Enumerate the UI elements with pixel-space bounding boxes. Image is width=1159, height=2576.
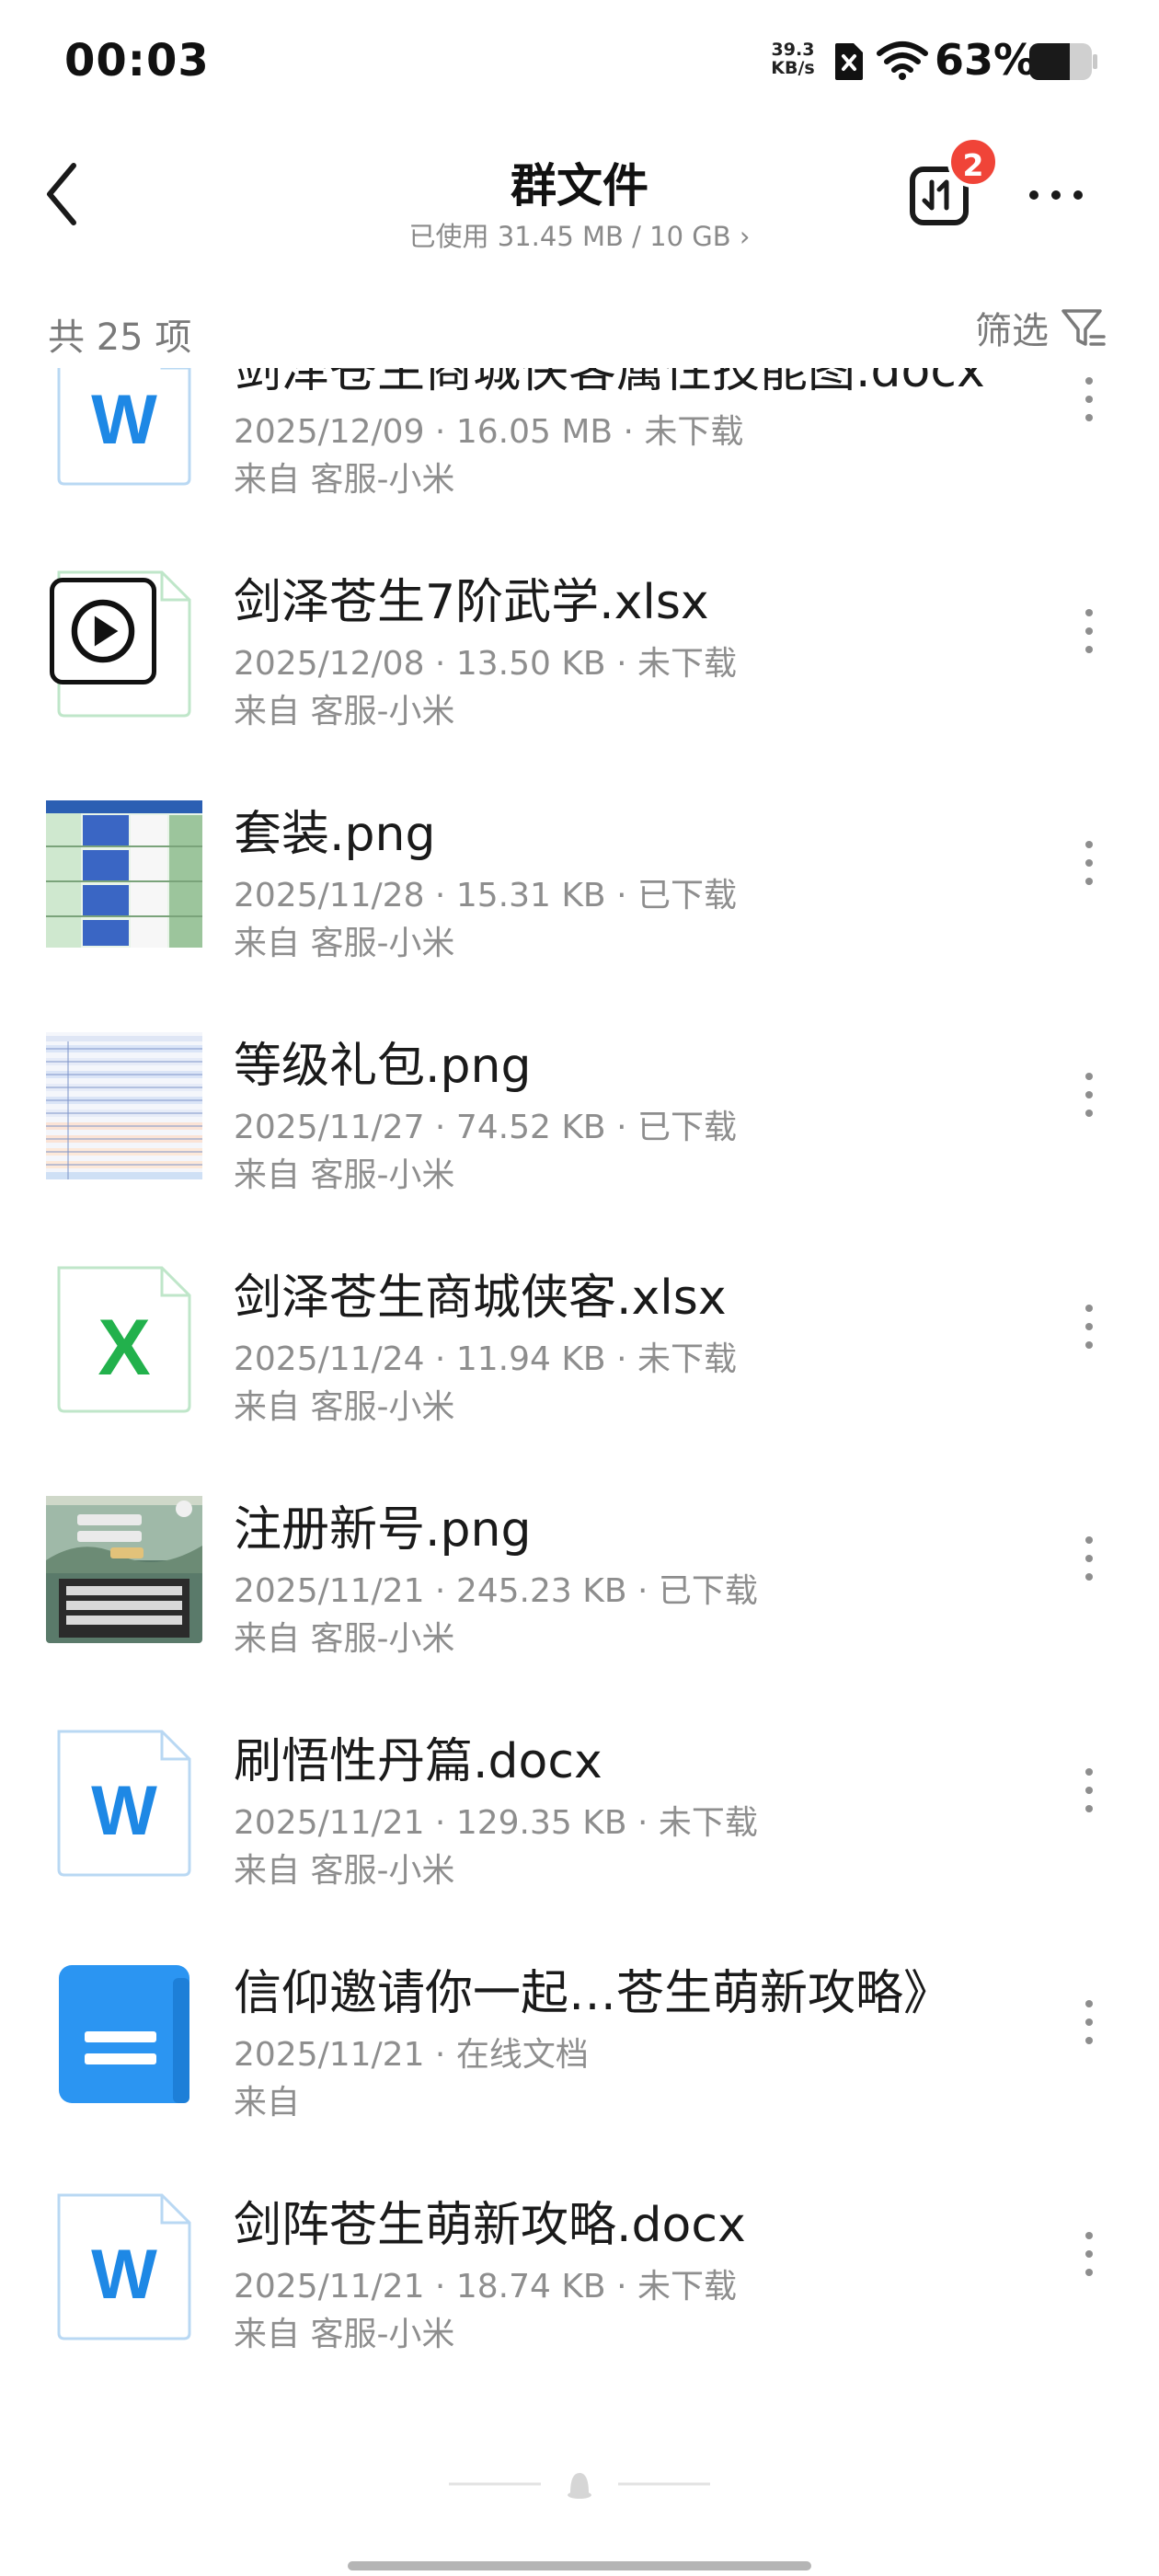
filter-icon (1061, 309, 1106, 346)
file-meta: 2025/11/28 · 15.31 KB · 已下载 (234, 877, 737, 914)
more-vertical-icon[interactable] (1074, 1067, 1104, 1122)
file-name: 套装.png (234, 807, 436, 862)
more-vertical-icon[interactable] (1074, 1763, 1104, 1818)
network-speed: 39.3 KB/s (767, 40, 819, 77)
file-source: 来自 客服-小米 (234, 1388, 455, 1426)
file-item[interactable]: 套装.png 2025/11/28 · 15.31 KB · 已下载 来自 客服… (0, 795, 1159, 1027)
file-name: 剑阵苍生萌新攻略.docx (234, 2198, 746, 2253)
file-item[interactable]: W 剑泽苍生商城侠客属性技能图.docx 2025/12/09 · 16.05 … (0, 368, 1159, 563)
word-doc-icon: W (57, 2193, 191, 2340)
battery-icon (1029, 43, 1097, 80)
wifi-icon (877, 41, 928, 80)
file-item[interactable]: X 剑泽苍生7阶武学.xlsx 2025/12/08 · 13.50 KB · … (0, 563, 1159, 795)
no-sim-icon (835, 43, 863, 80)
file-meta: 2025/11/27 · 74.52 KB · 已下载 (234, 1109, 737, 1146)
file-name: 等级礼包.png (234, 1039, 532, 1094)
file-list: W 剑泽苍生商城侠客属性技能图.docx 2025/12/09 · 16.05 … (0, 368, 1159, 2374)
file-source: 来自 客服-小米 (234, 2316, 455, 2353)
file-name: 注册新号.png (234, 1502, 532, 1558)
more-vertical-icon[interactable] (1074, 835, 1104, 891)
word-doc-icon: W (57, 368, 191, 486)
more-vertical-icon[interactable] (1074, 372, 1104, 427)
file-source: 来自 客服-小米 (234, 1620, 455, 1658)
status-bar: 00:03 39.3 KB/s 63% (0, 0, 1159, 129)
file-source: 来自 客服-小米 (234, 1156, 455, 1194)
file-source: 来自 客服-小米 (234, 1852, 455, 1890)
item-count: 共 25 项 (48, 316, 192, 359)
svg-text:W: W (91, 1772, 157, 1850)
more-vertical-icon[interactable] (1074, 2226, 1104, 2282)
file-name: 剑泽苍生商城侠客属性技能图.docx (234, 368, 985, 398)
filter-button[interactable]: 筛选 (975, 302, 1107, 353)
home-indicator[interactable] (348, 2561, 811, 2570)
word-doc-icon: W (57, 1730, 191, 1877)
file-item[interactable]: W 刷悟性丹篇.docx 2025/11/21 · 129.35 KB · 未下… (0, 1722, 1159, 1954)
file-item[interactable]: 注册新号.png 2025/11/21 · 245.23 KB · 已下载 来自… (0, 1490, 1159, 1722)
file-item[interactable]: X 剑泽苍生商城侠客.xlsx 2025/11/24 · 11.94 KB · … (0, 1259, 1159, 1490)
image-thumbnail (46, 800, 202, 948)
status-time: 00:03 (64, 35, 210, 86)
file-meta: 2025/12/09 · 16.05 MB · 未下载 (234, 413, 744, 451)
file-item[interactable]: 信仰邀请你一起…苍生萌新攻略》 2025/11/21 · 在线文档 来自 (0, 1954, 1159, 2186)
file-meta: 2025/11/21 · 18.74 KB · 未下载 (234, 2268, 737, 2306)
online-doc-icon (59, 1965, 189, 2103)
file-meta: 2025/12/08 · 13.50 KB · 未下载 (234, 645, 737, 683)
file-source: 来自 (234, 2084, 301, 2122)
file-meta: 2025/11/24 · 11.94 KB · 未下载 (234, 1340, 737, 1378)
file-meta: 2025/11/21 · 245.23 KB · 已下载 (234, 1572, 758, 1610)
battery-percent: 63% (935, 35, 1037, 85)
more-options-button[interactable] (1021, 175, 1091, 215)
excel-file-icon: X (57, 1266, 191, 1413)
file-item[interactable]: W 剑阵苍生萌新攻略.docx 2025/11/21 · 18.74 KB · … (0, 2186, 1159, 2374)
network-speed-unit: KB/s (771, 58, 815, 78)
file-meta: 2025/11/21 · 129.35 KB · 未下载 (234, 1804, 758, 1842)
file-name: 剑泽苍生7阶武学.xlsx (234, 575, 709, 630)
end-of-list-icon (449, 2473, 710, 2499)
network-speed-value: 39.3 (771, 40, 815, 60)
transfer-badge: 2 (947, 136, 999, 188)
file-source: 来自 客服-小米 (234, 461, 455, 499)
more-vertical-icon[interactable] (1074, 1995, 1104, 2050)
svg-text:W: W (91, 2236, 157, 2314)
file-source: 来自 客服-小米 (234, 925, 455, 962)
more-vertical-icon[interactable] (1074, 1531, 1104, 1586)
image-thumbnail (46, 1032, 202, 1179)
image-thumbnail (46, 1496, 202, 1643)
filter-label: 筛选 (975, 310, 1049, 352)
storage-usage-text: 已使用 31.45 MB / 10 GB (408, 221, 731, 252)
more-vertical-icon[interactable] (1074, 604, 1104, 659)
file-meta: 2025/11/21 · 在线文档 (234, 2036, 589, 2074)
svg-text:X: X (98, 1304, 150, 1392)
file-source: 来自 客服-小米 (234, 693, 455, 730)
file-name: 刷悟性丹篇.docx (234, 1734, 602, 1789)
more-vertical-icon[interactable] (1074, 1299, 1104, 1354)
file-item[interactable]: 等级礼包.png 2025/11/27 · 74.52 KB · 已下载 来自 … (0, 1027, 1159, 1259)
file-name: 剑泽苍生商城侠客.xlsx (234, 1271, 727, 1326)
chevron-right-icon: › (730, 221, 751, 252)
play-circle-icon[interactable] (50, 578, 156, 684)
storage-usage-link[interactable]: 已使用 31.45 MB / 10 GB › (0, 215, 1159, 254)
file-name: 信仰邀请你一起…苍生萌新攻略》 (234, 1966, 952, 2021)
svg-text:W: W (91, 381, 157, 459)
